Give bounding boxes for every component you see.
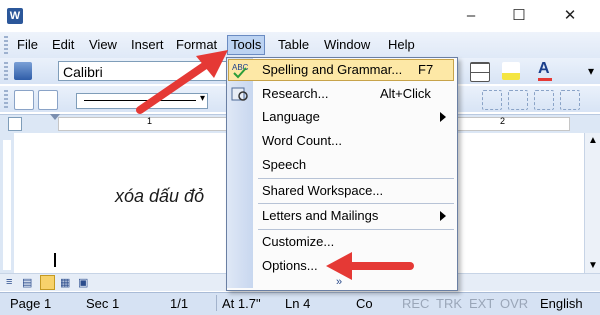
normal-view-icon[interactable]: ≡ [6, 276, 12, 288]
menu-grip-handle[interactable] [4, 36, 8, 54]
menu-separator [258, 229, 454, 230]
status-language: English [540, 296, 583, 311]
shortcut-spelling: F7 [418, 62, 434, 77]
status-line: Ln 4 [285, 296, 311, 311]
menu-item-research[interactable]: Research... [262, 83, 328, 105]
font-color-icon[interactable]: A [538, 60, 550, 78]
menu-item-letters-mailings[interactable]: Letters and Mailings [262, 205, 378, 227]
menu-separator [258, 203, 454, 204]
cell-borders3-icon[interactable] [534, 90, 554, 110]
vertical-scrollbar[interactable] [584, 133, 600, 273]
status-ext[interactable]: EXT [469, 296, 494, 312]
cell-borders2-icon[interactable] [508, 90, 528, 110]
menu-help[interactable]: Help [385, 36, 418, 54]
status-trk[interactable]: TRK [436, 296, 462, 312]
minimize-button[interactable]: – [456, 4, 486, 28]
toolbar-grip-handle[interactable] [4, 62, 8, 80]
toolbar2-grip-handle[interactable] [4, 90, 8, 108]
research-icon [231, 85, 249, 103]
font-color-swatch [538, 78, 552, 81]
document-text[interactable]: xóa dấu đỏ [115, 186, 204, 207]
edit-icon[interactable] [14, 90, 34, 110]
ruler-tick-2: 2 [500, 116, 506, 126]
menu-insert[interactable]: Insert [128, 36, 167, 54]
text-cursor [54, 253, 56, 267]
menu-format[interactable]: Format [173, 36, 220, 54]
menu-table[interactable]: Table [275, 36, 312, 54]
submenu-arrow-icon [440, 112, 446, 122]
scroll-up-icon[interactable]: ▲ [588, 135, 598, 146]
menu-item-customize[interactable]: Customize... [262, 231, 334, 253]
font-name-combobox[interactable]: Calibri [58, 61, 228, 81]
line-style-sample [84, 100, 196, 101]
borders-icon[interactable] [470, 62, 490, 82]
highlight-icon[interactable] [502, 62, 520, 80]
toolbar-overflow-icon[interactable]: ▾ [588, 64, 594, 78]
table-icon[interactable] [38, 90, 58, 110]
status-ovr[interactable]: OVR [500, 296, 528, 312]
cell-borders-icon[interactable] [482, 90, 502, 110]
menu-item-spelling[interactable]: Spelling and Grammar... [262, 59, 402, 81]
styles-icon[interactable] [14, 62, 32, 80]
tab-selector-icon[interactable] [8, 117, 22, 131]
line-style-dropdown-icon[interactable]: ▾ [200, 93, 205, 104]
first-line-indent-marker[interactable] [50, 114, 60, 120]
maximize-button[interactable]: ☐ [504, 4, 534, 28]
menu-view[interactable]: View [86, 36, 120, 54]
expand-menu-icon[interactable]: » [330, 276, 348, 288]
status-position: At 1.7" [222, 296, 261, 311]
cell-borders4-icon[interactable] [560, 90, 580, 110]
menu-window[interactable]: Window [321, 36, 373, 54]
status-column: Co [356, 296, 373, 311]
submenu-arrow-icon [440, 211, 446, 221]
status-section: Sec 1 [86, 296, 120, 311]
vertical-ruler-page [3, 140, 11, 270]
status-page: Page 1 [10, 296, 52, 311]
word-app-icon[interactable]: W [7, 8, 23, 24]
menu-item-language[interactable]: Language [262, 106, 320, 128]
scroll-down-icon[interactable]: ▼ [588, 260, 598, 271]
menu-item-options[interactable]: Options... [262, 255, 318, 277]
svg-text:ABC: ABC [232, 63, 249, 72]
reading-layout-icon[interactable]: ▣ [78, 276, 88, 289]
spelling-grammar-icon: ABC [231, 61, 249, 79]
menu-item-shared-workspace[interactable]: Shared Workspace... [262, 180, 383, 202]
menu-tools[interactable]: Tools [227, 35, 266, 55]
menu-separator [258, 178, 454, 179]
outline-view-icon[interactable]: ▦ [60, 276, 70, 289]
print-layout-icon[interactable] [40, 275, 55, 290]
menu-file[interactable]: File [14, 36, 41, 54]
status-rec[interactable]: REC [402, 296, 429, 312]
line-style-combobox[interactable] [76, 93, 208, 109]
web-layout-icon[interactable]: ▤ [22, 276, 32, 289]
menu-edit[interactable]: Edit [49, 36, 77, 54]
menu-item-speech[interactable]: Speech [262, 154, 306, 176]
close-button[interactable]: ✕ [555, 4, 585, 28]
status-divider [216, 295, 217, 311]
shortcut-research: Alt+Click [380, 86, 431, 101]
status-page-count: 1/1 [170, 296, 189, 311]
menu-item-word-count[interactable]: Word Count... [262, 130, 342, 152]
ruler-tick-1: 1 [147, 116, 153, 126]
